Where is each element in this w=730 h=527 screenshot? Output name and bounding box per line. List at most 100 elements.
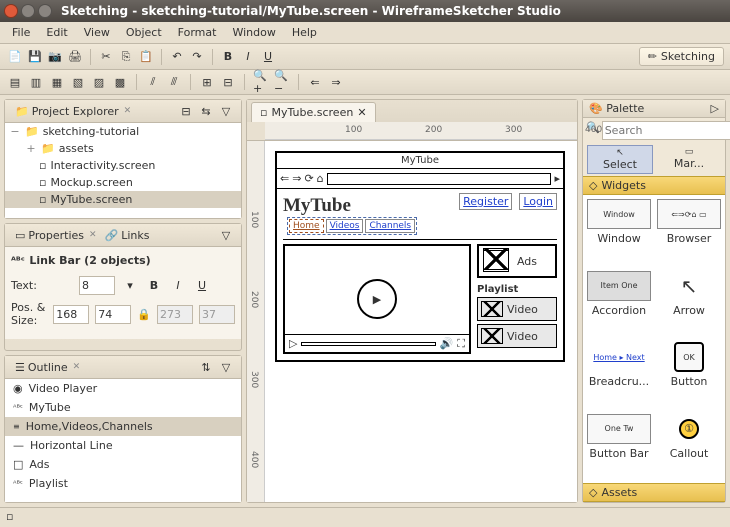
wf-video-player[interactable]: ▶ ▷ 🔊 ⛶ — [283, 244, 471, 354]
menu-edit[interactable]: Edit — [38, 24, 75, 41]
menu-window[interactable]: Window — [224, 24, 283, 41]
tree-file[interactable]: ▫ Mockup.screen — [5, 174, 241, 191]
italic-icon[interactable]: I — [239, 48, 257, 66]
ungroup-icon[interactable]: ⊟ — [219, 73, 237, 91]
palette-collapse-icon[interactable]: ▷ — [711, 102, 719, 115]
pos-y-input[interactable] — [95, 305, 131, 324]
paste-icon[interactable]: 📋 — [137, 48, 155, 66]
palette-widget-arrow[interactable]: ↖Arrow — [657, 271, 721, 337]
palette-section-widgets[interactable]: ◇Widgets — [583, 176, 725, 195]
project-explorer-tab[interactable]: 📁 Project Explorer ✕ — [11, 103, 135, 120]
align-right-icon[interactable]: ▦ — [48, 73, 66, 91]
outline-item[interactable]: □Ads — [5, 455, 241, 474]
distribute-h-icon[interactable]: ⫽ — [144, 73, 162, 91]
italic-button[interactable]: I — [169, 277, 187, 295]
collapse-all-icon[interactable]: ⊟ — [177, 102, 195, 120]
size-w-input[interactable] — [157, 305, 193, 324]
wireframe-browser[interactable]: MyTube ⇐ ⇒ ⟳ ⌂ ▸ Register Log — [275, 151, 565, 362]
palette-tool-select[interactable]: ↖Select — [587, 145, 653, 174]
font-dropdown-icon[interactable]: ▾ — [121, 277, 139, 295]
tree-file-selected[interactable]: ▫ MyTube.screen — [5, 191, 241, 208]
sort-icon[interactable]: ⇅ — [197, 358, 215, 376]
copy-icon[interactable]: ⎘ — [117, 48, 135, 66]
align-center-icon[interactable]: ▥ — [27, 73, 45, 91]
wf-register-link[interactable]: Register — [459, 193, 512, 210]
palette-widget-accordion[interactable]: Item OneAccordion — [587, 271, 651, 337]
group-icon[interactable]: ⊞ — [198, 73, 216, 91]
print-icon[interactable]: 🖨 — [66, 48, 84, 66]
align-left-icon[interactable]: ▤ — [6, 73, 24, 91]
palette-widget-breadcrumb[interactable]: Home ▸ NextBreadcru... — [587, 342, 651, 408]
menu-help[interactable]: Help — [284, 24, 325, 41]
menu-file[interactable]: File — [4, 24, 38, 41]
menu-object[interactable]: Object — [118, 24, 170, 41]
editor-tab[interactable]: ▫ MyTube.screen ✕ — [251, 102, 376, 122]
wf-playlist-item[interactable]: Video — [477, 297, 557, 321]
distribute-v-icon[interactable]: ⫻ — [165, 73, 183, 91]
palette-tool-marquee[interactable]: ▭Mar... — [657, 145, 721, 174]
wf-login-link[interactable]: Login — [519, 193, 557, 210]
sketching-button[interactable]: ✏ Sketching — [639, 47, 724, 66]
link-editor-icon[interactable]: ⇆ — [197, 102, 215, 120]
palette-widget-callout[interactable]: ①Callout — [657, 414, 721, 480]
outline-item[interactable]: ◉Video Player — [5, 379, 241, 398]
align-middle-icon[interactable]: ▨ — [90, 73, 108, 91]
outline-item[interactable]: ᴬᴮᶜMyTube — [5, 398, 241, 417]
outline-list[interactable]: ◉Video Player ᴬᴮᶜMyTube ≡Home,Videos,Cha… — [5, 379, 241, 502]
palette-title: 🎨 Palette — [589, 102, 644, 115]
undo-icon[interactable]: ↶ — [168, 48, 186, 66]
underline-button[interactable]: U — [193, 277, 211, 295]
new-icon[interactable]: 📄 — [6, 48, 24, 66]
window-close-icon[interactable] — [4, 4, 18, 18]
redo-icon[interactable]: ↷ — [188, 48, 206, 66]
underline-icon[interactable]: U — [259, 48, 277, 66]
cut-icon[interactable]: ✂ — [97, 48, 115, 66]
font-size-input[interactable] — [79, 276, 115, 295]
camera-icon[interactable]: 📷 — [46, 48, 64, 66]
project-tree[interactable]: −📁 sketching-tutorial +📁 assets ▫ Intera… — [5, 123, 241, 218]
palette-widget-window[interactable]: WindowWindow — [587, 199, 651, 265]
palette-widget-buttonbar[interactable]: One TwButton Bar — [587, 414, 651, 480]
tree-file[interactable]: ▫ Interactivity.screen — [5, 157, 241, 174]
links-tab[interactable]: 🔗 Links — [101, 227, 154, 244]
properties-tab[interactable]: ▭ Properties ✕ — [11, 227, 101, 244]
view-menu-icon[interactable]: ▽ — [217, 102, 235, 120]
close-tab-icon[interactable]: ✕ — [357, 106, 366, 119]
size-h-input[interactable] — [199, 305, 235, 324]
wf-nav-channels[interactable]: Channels — [365, 219, 415, 233]
wf-back-icon: ⇐ — [280, 172, 289, 185]
palette-widget-browser[interactable]: ⇐⇒⟳⌂ ▭Browser — [657, 199, 721, 265]
view-menu-icon[interactable]: ▽ — [217, 226, 235, 244]
menu-view[interactable]: View — [76, 24, 118, 41]
nav-back-icon[interactable]: ⇐ — [306, 73, 324, 91]
save-icon[interactable]: 💾 — [26, 48, 44, 66]
palette-widget-button[interactable]: OKButton — [657, 342, 721, 408]
palette-search-input[interactable] — [602, 121, 730, 140]
tree-folder-assets[interactable]: +📁 assets — [5, 140, 241, 157]
window-maximize-icon[interactable] — [38, 4, 52, 18]
align-bottom-icon[interactable]: ▩ — [111, 73, 129, 91]
bold-button[interactable]: B — [145, 277, 163, 295]
view-menu-icon[interactable]: ▽ — [217, 358, 235, 376]
palette-section-assets[interactable]: ◇Assets — [583, 483, 725, 502]
outline-item[interactable]: —Horizontal Line — [5, 436, 241, 455]
wf-nav-videos[interactable]: Videos — [326, 219, 364, 233]
zoom-out-icon[interactable]: 🔍− — [273, 73, 291, 91]
pos-x-input[interactable] — [53, 305, 89, 324]
nav-fwd-icon[interactable]: ⇒ — [327, 73, 345, 91]
tree-project[interactable]: −📁 sketching-tutorial — [5, 123, 241, 140]
wf-linkbar-selected[interactable]: Home Videos Channels — [287, 217, 417, 235]
lock-icon[interactable]: 🔒 — [137, 308, 151, 321]
wf-ads-box[interactable]: Ads — [477, 244, 557, 278]
wf-nav-home[interactable]: Home — [289, 219, 324, 233]
zoom-in-icon[interactable]: 🔍+ — [252, 73, 270, 91]
outline-item-selected[interactable]: ≡Home,Videos,Channels — [5, 417, 241, 436]
menu-format[interactable]: Format — [170, 24, 225, 41]
bold-icon[interactable]: B — [219, 48, 237, 66]
canvas[interactable]: MyTube ⇐ ⇒ ⟳ ⌂ ▸ Register Log — [265, 141, 577, 502]
outline-item[interactable]: ᴬᴮᶜPlaylist — [5, 474, 241, 493]
align-top-icon[interactable]: ▧ — [69, 73, 87, 91]
outline-tab[interactable]: ☰ Outline ✕ — [11, 359, 84, 376]
wf-playlist-item[interactable]: Video — [477, 324, 557, 348]
window-minimize-icon[interactable] — [21, 4, 35, 18]
